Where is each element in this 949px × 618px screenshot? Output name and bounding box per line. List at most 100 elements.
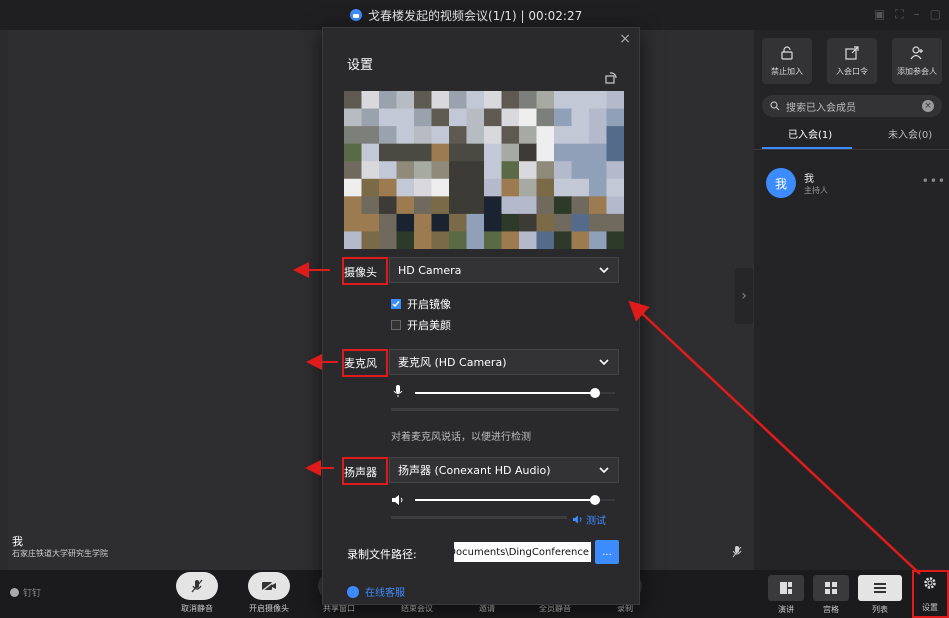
preview-mosaic-tile xyxy=(519,161,537,180)
maximize-icon[interactable]: ▢ xyxy=(930,7,941,22)
mirror-checkbox[interactable]: 开启镜像 xyxy=(391,296,451,312)
preview-mosaic-tile xyxy=(571,126,590,145)
unmute-button[interactable]: 取消静音 xyxy=(172,572,222,614)
expand-panel-arrow-icon[interactable]: › xyxy=(735,268,753,324)
preview-mosaic-tile xyxy=(431,178,450,197)
muted-mic-icon xyxy=(732,546,742,558)
preview-mosaic-tile xyxy=(361,178,380,197)
speaker-slider-knob[interactable] xyxy=(590,495,600,505)
speaker-select-value: 扬声器 (Conexant HD Audio) xyxy=(398,464,551,477)
member-row[interactable]: 我 我 主持人 ••• xyxy=(766,168,946,200)
preview-mosaic-tile xyxy=(396,231,415,249)
preview-mosaic-tile xyxy=(379,91,397,110)
list-view-button[interactable] xyxy=(858,575,902,601)
preview-mosaic-tile xyxy=(519,196,537,215)
speaker-view-button[interactable] xyxy=(768,575,804,601)
preview-mosaic-tile xyxy=(466,143,485,162)
speaker-test-icon xyxy=(573,515,582,524)
mic-slider-knob[interactable] xyxy=(590,388,600,398)
preview-mosaic-tile xyxy=(501,126,520,145)
microphone-hint: 对着麦克风说话，以便进行检测 xyxy=(391,432,531,443)
online-support-link[interactable]: 在线客服 xyxy=(347,584,405,599)
member-search-input[interactable]: 搜索已入会成员 × xyxy=(762,95,942,117)
settings-dialog: × 设置 摄像头 HD Camera 开启镜像 开启美颜 麦克风 麦克风 (HD… xyxy=(322,27,640,605)
speaker-view-icon xyxy=(780,582,792,594)
preview-mosaic-tile xyxy=(536,161,555,180)
preview-mosaic-tile xyxy=(466,231,485,249)
tab-joined[interactable]: 已入会(1) xyxy=(788,126,832,141)
preview-mosaic-tile xyxy=(449,161,467,180)
preview-mosaic-tile xyxy=(589,108,607,127)
preview-mosaic-tile xyxy=(449,178,467,197)
preview-mosaic-tile xyxy=(466,126,485,145)
beauty-checkbox[interactable]: 开启美颜 xyxy=(391,317,451,333)
avatar: 我 xyxy=(766,168,796,198)
preview-mosaic-tile xyxy=(379,178,397,197)
preview-mosaic-tile xyxy=(554,161,572,180)
preview-mosaic-tile xyxy=(361,126,380,145)
speaker-select[interactable]: 扬声器 (Conexant HD Audio) xyxy=(389,457,619,483)
clear-search-icon[interactable]: × xyxy=(922,100,934,112)
app-logo: 钉钉 xyxy=(10,586,41,599)
rotate-camera-icon[interactable] xyxy=(605,72,617,84)
microphone-select[interactable]: 麦克风 (HD Camera) xyxy=(389,349,619,375)
preview-mosaic-tile xyxy=(501,231,520,249)
preview-mosaic-tile xyxy=(431,161,450,180)
add-user-icon xyxy=(910,45,923,59)
grid-view-button[interactable] xyxy=(813,575,849,601)
camera-select-value: HD Camera xyxy=(398,263,462,277)
mirror-label: 开启镜像 xyxy=(407,298,451,311)
record-path-field[interactable]: ers\hp\Documents\DingConference xyxy=(454,542,591,562)
chevron-down-icon xyxy=(599,359,609,366)
preview-mosaic-tile xyxy=(536,178,555,197)
lock-icon xyxy=(350,9,362,21)
preview-mosaic-tile xyxy=(361,231,380,249)
fullscreen-icon[interactable]: ⛶ xyxy=(895,7,903,22)
browse-path-button[interactable]: ... xyxy=(595,540,619,564)
pip-icon[interactable]: ▣ xyxy=(874,7,885,22)
preview-mosaic-tile xyxy=(414,213,432,232)
preview-mosaic-tile xyxy=(536,108,555,127)
camera-select[interactable]: HD Camera xyxy=(389,257,619,283)
camera-preview-image xyxy=(344,91,624,249)
preview-mosaic-tile xyxy=(466,108,485,127)
preview-mosaic-tile xyxy=(344,143,362,162)
preview-mosaic-tile xyxy=(466,161,485,180)
speaker-level-meter xyxy=(391,516,567,519)
speaker-test-button[interactable]: 测试 xyxy=(573,512,606,527)
add-participant-button[interactable]: 添加参会人 xyxy=(892,38,942,84)
preview-mosaic-tile xyxy=(589,143,607,162)
microphone-icon xyxy=(393,385,403,397)
mirror-checkbox-box[interactable] xyxy=(391,299,401,309)
preview-mosaic-tile xyxy=(379,108,397,127)
preview-mosaic-tile xyxy=(589,213,607,232)
preview-mosaic-tile xyxy=(519,126,537,145)
preview-mosaic-tile xyxy=(606,213,624,232)
preview-mosaic-tile xyxy=(396,91,415,110)
microphone-volume-slider[interactable] xyxy=(415,388,615,398)
preview-mosaic-tile xyxy=(344,91,362,110)
preview-mosaic-tile xyxy=(431,143,450,162)
beauty-checkbox-box[interactable] xyxy=(391,320,401,330)
meeting-code-button[interactable]: 入会口令 xyxy=(827,38,877,84)
preview-mosaic-tile xyxy=(606,108,624,127)
preview-mosaic-tile xyxy=(589,126,607,145)
more-options-icon[interactable]: ••• xyxy=(922,174,946,188)
preview-mosaic-tile xyxy=(344,178,362,197)
muted-mic-icon xyxy=(191,579,203,593)
preview-mosaic-tile xyxy=(379,231,397,249)
preview-mosaic-tile xyxy=(361,108,380,127)
minimize-icon[interactable]: – xyxy=(914,7,920,22)
preview-mosaic-tile xyxy=(414,196,432,215)
preview-mosaic-tile xyxy=(536,196,555,215)
preview-mosaic-tile xyxy=(379,196,397,215)
preview-mosaic-tile xyxy=(589,161,607,180)
lock-meeting-button[interactable]: 禁止加入 xyxy=(762,38,812,84)
preview-mosaic-tile xyxy=(414,231,432,249)
start-camera-button[interactable]: 开启摄像头 xyxy=(244,572,294,614)
tab-not-joined[interactable]: 未入会(0) xyxy=(888,126,932,141)
speaker-volume-slider[interactable] xyxy=(415,495,615,505)
preview-mosaic-tile xyxy=(431,196,450,215)
close-icon[interactable]: × xyxy=(619,31,631,47)
preview-mosaic-tile xyxy=(606,196,624,215)
